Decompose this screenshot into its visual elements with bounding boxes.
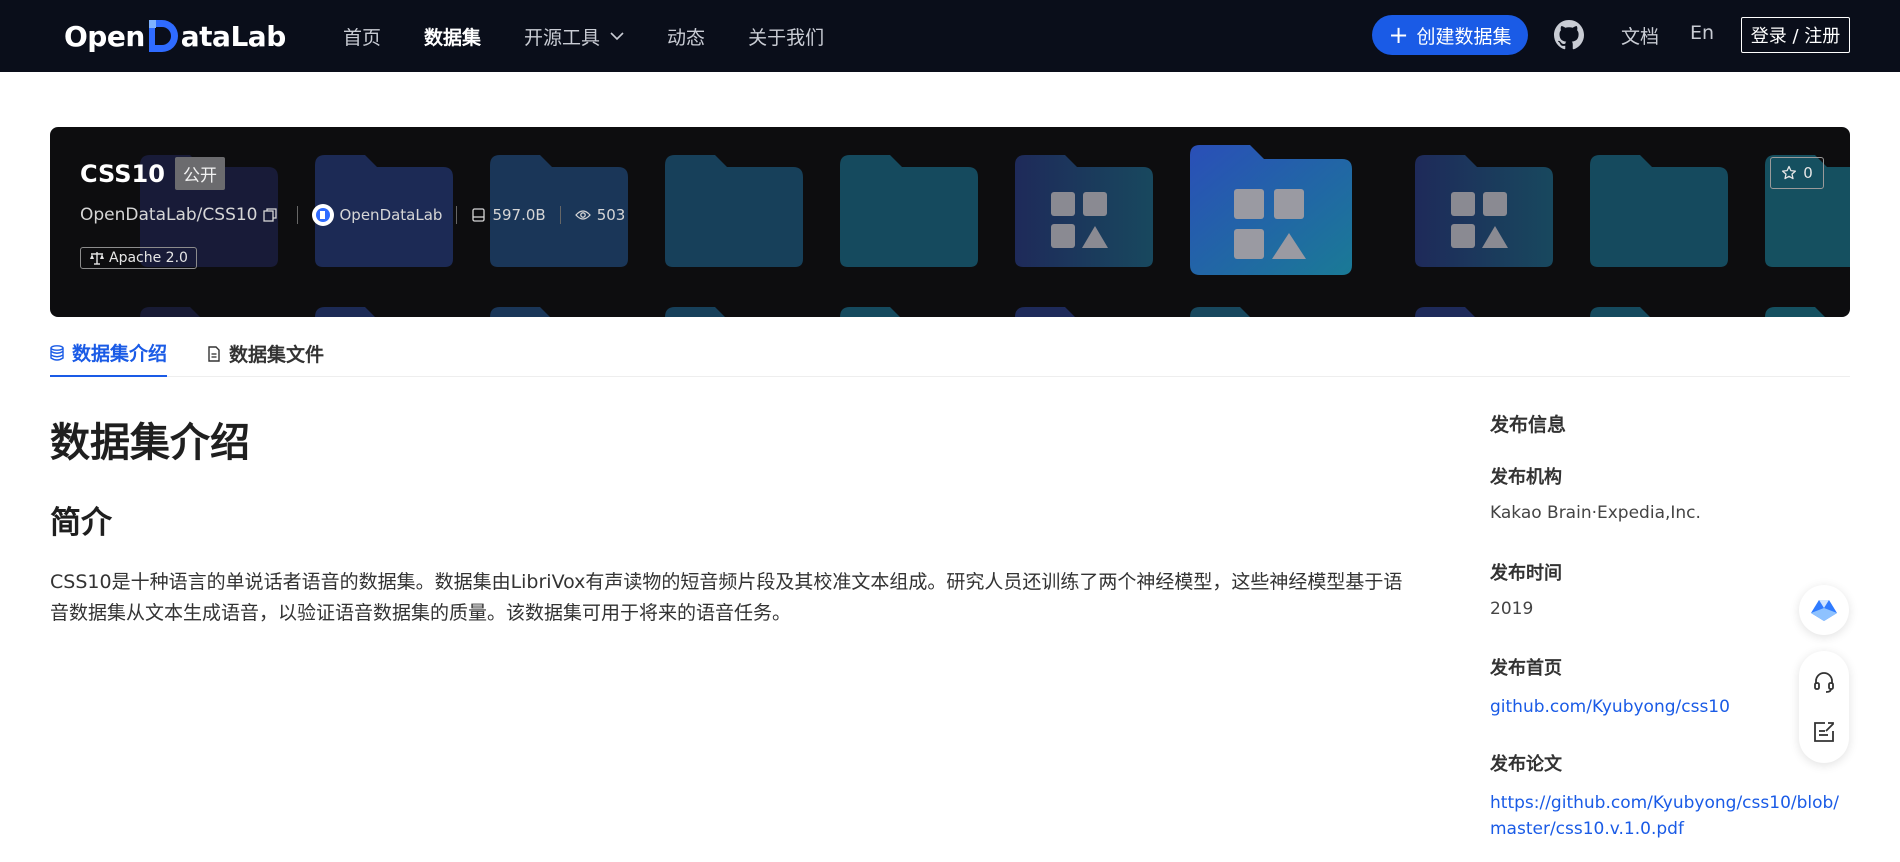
edit-note-icon[interactable] (1812, 720, 1836, 744)
floating-toolbar (1799, 651, 1849, 763)
star-button[interactable]: 0 (1770, 157, 1824, 189)
tab-dataset-files-label: 数据集文件 (229, 344, 325, 366)
headset-icon[interactable] (1812, 670, 1836, 694)
language-switch[interactable]: En (1690, 22, 1714, 44)
logo-suffix: ataLab (180, 19, 286, 53)
publish-org-value: Kakao Brain·Expedia,Inc. (1490, 503, 1701, 523)
dataset-title-row: CSS10 公开 (80, 157, 225, 190)
nav-docs[interactable]: 文档 (1621, 22, 1659, 49)
nav-news[interactable]: 动态 (667, 23, 705, 50)
visibility-badge: 公开 (174, 157, 225, 190)
database-icon (50, 344, 64, 361)
page-title: 数据集介绍 (50, 420, 250, 466)
dataset-banner: CSS10 公开 OpenDataLab/CSS10 OpenDataLab 5… (50, 127, 1850, 317)
publish-time-block: 发布时间 2019 (1490, 559, 1850, 619)
intro-paragraph: CSS10是十种语言的单说话者语音的数据集。数据集由LibriVox有声读物的短… (50, 571, 1403, 624)
publish-org-label: 发布机构 (1490, 467, 1562, 488)
license-badge: Apache 2.0 (80, 247, 197, 269)
meta-divider (296, 206, 298, 224)
login-register-button[interactable]: 登录 / 注册 (1741, 17, 1850, 53)
logo-prefix: Open (64, 19, 145, 53)
dataset-views: 503 (596, 206, 626, 224)
file-icon (207, 345, 221, 362)
create-dataset-label: 创建数据集 (1416, 25, 1512, 48)
publish-org-block: 发布机构 Kakao Brain·Expedia,Inc. (1490, 463, 1850, 523)
publish-time-value: 2019 (1490, 599, 1534, 619)
section-title-intro: 简介 (50, 505, 112, 541)
nav-about[interactable]: 关于我们 (748, 23, 824, 50)
publish-home-block: 发布首页 github.com/Kyubyong/css10 (1490, 654, 1850, 720)
publish-home-link[interactable]: github.com/Kyubyong/css10 (1490, 694, 1850, 720)
publish-paper-link[interactable]: https://github.com/Kyubyong/css10/blob/m… (1490, 790, 1850, 842)
plus-icon: + (1388, 21, 1409, 49)
nav-datasets[interactable]: 数据集 (424, 23, 481, 50)
publish-info-title: 发布信息 (1490, 414, 1567, 436)
dataset-tabs: 数据集介绍 数据集文件 (50, 330, 1850, 377)
create-dataset-button[interactable]: + 创建数据集 (1372, 15, 1528, 55)
tab-dataset-files[interactable]: 数据集文件 (207, 330, 324, 377)
tab-dataset-intro-label: 数据集介绍 (72, 343, 168, 365)
dataset-org[interactable]: OpenDataLab (340, 206, 443, 224)
license-label: Apache 2.0 (109, 250, 188, 266)
publish-home-label: 发布首页 (1490, 658, 1562, 679)
opendatalab-logo[interactable]: Open ataLab (64, 16, 286, 56)
chevron-down-icon (610, 31, 624, 41)
eye-icon (574, 209, 591, 221)
copy-icon[interactable] (262, 208, 277, 222)
dataset-title: CSS10 (80, 159, 165, 188)
dataset-path: OpenDataLab/CSS10 (80, 205, 258, 225)
publish-paper-label: 发布论文 (1490, 754, 1562, 775)
mountain-logo-icon[interactable] (1799, 585, 1849, 635)
nav-home[interactable]: 首页 (343, 23, 381, 50)
main-nav: 首页 数据集 开源工具 动态 关于我们 (343, 0, 867, 72)
nav-open-tools[interactable]: 开源工具 (524, 23, 624, 50)
dataset-size: 597.0B (492, 206, 546, 224)
meta-divider (559, 206, 561, 224)
scale-icon (89, 251, 105, 265)
meta-divider (456, 206, 458, 224)
star-count: 0 (1803, 164, 1813, 182)
publish-info-panel: 发布信息 发布机构 Kakao Brain·Expedia,Inc. 发布时间 … (1490, 410, 1850, 842)
star-icon (1781, 165, 1797, 181)
publish-paper-block: 发布论文 https://github.com/Kyubyong/css10/b… (1490, 750, 1850, 842)
org-logo-icon (311, 204, 334, 226)
logo-d-mark-icon (146, 18, 180, 54)
top-navbar: Open ataLab 首页 数据集 开源工具 动态 关于我们 + 创建数据集 … (0, 0, 1900, 72)
github-icon[interactable] (1554, 20, 1584, 50)
tab-dataset-intro[interactable]: 数据集介绍 (50, 330, 168, 377)
publish-time-label: 发布时间 (1490, 563, 1562, 584)
storage-icon (471, 208, 486, 222)
nav-open-tools-label: 开源工具 (524, 26, 601, 49)
dataset-meta-row: OpenDataLab/CSS10 OpenDataLab 597.0B 503 (80, 204, 625, 226)
